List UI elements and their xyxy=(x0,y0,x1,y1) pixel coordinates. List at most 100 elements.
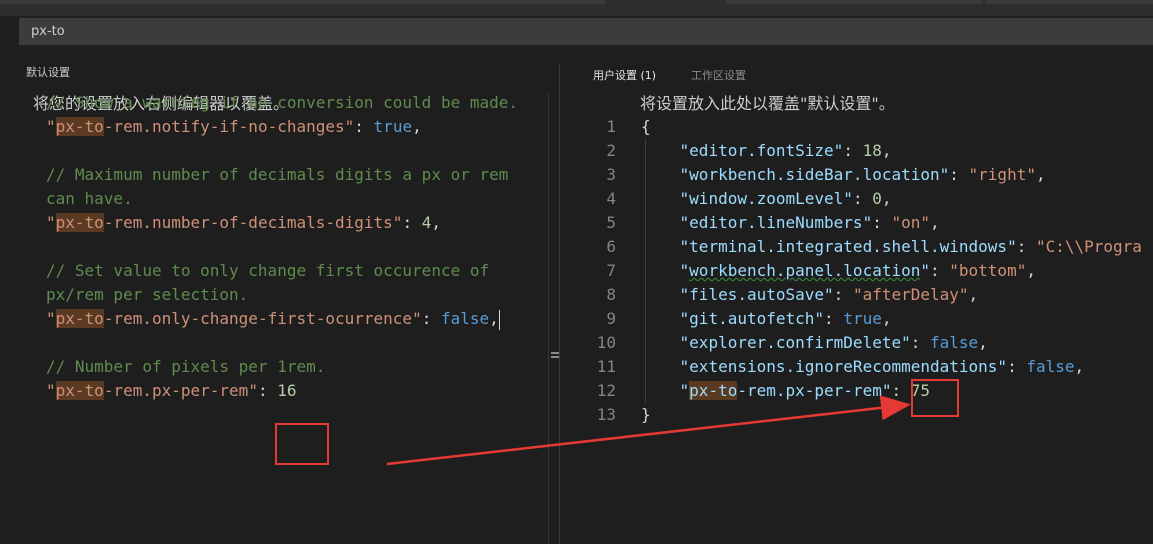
setting-key: editor.lineNumbers xyxy=(689,213,863,232)
code-quote: " xyxy=(679,165,690,184)
code-line: "editor.fontSize": 18, xyxy=(641,139,1142,163)
code-line: // Maximum number of decimals digits a p… xyxy=(46,163,518,187)
code-line: "px-to-rem.notify-if-no-changes": true, xyxy=(46,115,518,139)
code-comma: , xyxy=(489,309,499,328)
code-quote: " xyxy=(412,309,422,328)
code-quote: " xyxy=(679,141,690,160)
code-quote: " xyxy=(679,285,690,304)
tab-strip-segment xyxy=(985,0,1153,4)
search-match-highlight: px-to xyxy=(689,381,738,400)
default-settings-header: 默认设置 xyxy=(26,66,70,79)
setting-value: "on" xyxy=(891,213,930,232)
code-colon: : xyxy=(1007,357,1027,376)
code-colon: : xyxy=(891,381,911,400)
code-quote: " xyxy=(679,357,690,376)
line-number: 4 xyxy=(606,189,616,208)
code-line: "workbench.sideBar.location": "right", xyxy=(641,163,1142,187)
code-line: "files.autoSave": "afterDelay", xyxy=(641,283,1142,307)
code-comment: can have. xyxy=(46,189,133,208)
setting-key: files.autoSave xyxy=(689,285,825,304)
setting-key: workbench.panel.location xyxy=(689,261,921,280)
code-quote: " xyxy=(843,189,853,208)
setting-value: "right" xyxy=(968,165,1036,184)
code-comment: px/rem per selection. xyxy=(46,285,249,304)
code-line: can have. xyxy=(46,187,518,211)
code-comment: // Set value to only change first occure… xyxy=(46,261,490,280)
code-comment: // Maximum number of decimals digits a p… xyxy=(46,165,509,184)
code-colon: : xyxy=(1016,237,1036,256)
search-match-highlight: px-to xyxy=(55,381,104,400)
line-number: 6 xyxy=(606,237,616,256)
line-number: 11 xyxy=(596,357,616,376)
code-line: "explorer.confirmDelete": false, xyxy=(641,331,1142,355)
code-line: "window.zoomLevel": 0, xyxy=(641,187,1142,211)
code-brace: } xyxy=(641,405,651,424)
code-line: px/rem per selection. xyxy=(46,283,518,307)
code-comma: , xyxy=(881,141,892,160)
setting-key: explorer.confirmDelete xyxy=(689,333,902,352)
user-settings-editor[interactable]: { "editor.fontSize": 18, "workbench.side… xyxy=(641,115,1142,427)
code-colon: : xyxy=(824,309,844,328)
pane-divider[interactable] xyxy=(559,64,560,544)
code-line: // Set value to only change first occure… xyxy=(46,259,518,283)
setting-key: git.autofetch xyxy=(689,309,815,328)
code-comma: , xyxy=(881,309,892,328)
code-line: "editor.lineNumbers": "on", xyxy=(641,211,1142,235)
tab-workspace-settings[interactable]: 工作区设置 xyxy=(691,67,746,83)
settings-search-row: px-to xyxy=(0,16,1153,48)
code-line: "workbench.panel.location": "bottom", xyxy=(641,259,1142,283)
code-comma: , xyxy=(1026,261,1036,280)
code-colon: : xyxy=(402,213,422,232)
code-quote: " xyxy=(814,309,825,328)
search-match-highlight: px-to xyxy=(55,117,104,136)
code-colon: : xyxy=(930,261,950,280)
code-comma: , xyxy=(978,333,988,352)
code-comma: , xyxy=(881,189,892,208)
code-line: // Number of pixels per 1rem. xyxy=(46,355,518,379)
text-cursor xyxy=(498,309,500,330)
setting-key: -rem.number-of-decimals-digits xyxy=(103,213,393,232)
setting-key: -rem.only-change-first-ocurrence xyxy=(103,309,413,328)
setting-value: 18 xyxy=(862,141,882,160)
code-line: "px-to-rem.px-per-rem": 16 xyxy=(46,379,518,403)
code-quote: " xyxy=(46,309,56,328)
line-number: 5 xyxy=(606,213,616,232)
setting-value: false xyxy=(440,309,490,328)
setting-value: true xyxy=(373,117,413,136)
setting-value: "C:\\Progra xyxy=(1035,237,1142,256)
annotation-box-default-value xyxy=(275,423,329,465)
code-quote: " xyxy=(46,213,56,232)
setting-key: -rem.px-per-rem xyxy=(103,381,249,400)
code-line: { xyxy=(641,115,1142,139)
tab-user-settings[interactable]: 用户设置 (1) xyxy=(593,67,656,83)
code-quote: " xyxy=(679,189,690,208)
left-editor-scrollbar[interactable] xyxy=(548,92,559,544)
search-match-highlight: px-to xyxy=(55,309,104,328)
code-quote: " xyxy=(679,261,690,280)
code-comma: , xyxy=(431,213,441,232)
code-quote: " xyxy=(862,213,873,232)
code-quote: " xyxy=(997,357,1008,376)
code-colon: : xyxy=(910,333,930,352)
default-settings-editor[interactable]: // Show a warning if no conversion could… xyxy=(46,91,518,403)
line-number: 8 xyxy=(606,285,616,304)
settings-search-input[interactable]: px-to xyxy=(19,18,1153,45)
code-comma: , xyxy=(1035,165,1046,184)
code-comment: // Show a warning if no conversion could… xyxy=(46,93,519,112)
setting-key: terminal.integrated.shell.windows xyxy=(689,237,1008,256)
setting-value: false xyxy=(1026,357,1075,376)
code-comma: , xyxy=(968,285,979,304)
setting-key: -rem.px-per-rem xyxy=(737,381,882,400)
code-colon: : xyxy=(843,141,863,160)
annotation-box-user-value xyxy=(911,379,959,417)
code-quote: " xyxy=(344,117,355,136)
line-number: 3 xyxy=(606,165,616,184)
